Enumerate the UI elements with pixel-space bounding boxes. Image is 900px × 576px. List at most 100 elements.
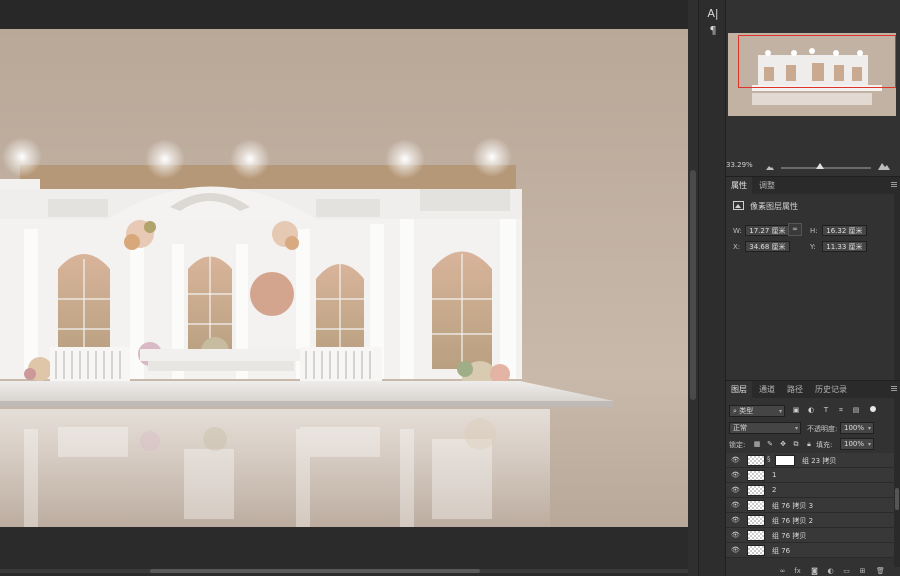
scroll-thumb[interactable]: [150, 569, 480, 573]
zoom-out-icon[interactable]: [766, 165, 774, 170]
filter-type-icon[interactable]: T: [822, 406, 830, 415]
lock-transparent-icon[interactable]: ▦: [753, 440, 761, 448]
zoom-slider-track[interactable]: [781, 167, 871, 169]
lock-move-icon[interactable]: ✥: [779, 440, 787, 448]
chevron-down-icon: ▾: [867, 441, 871, 448]
y-field[interactable]: 11.33 厘米: [822, 241, 867, 252]
tab-history[interactable]: 历史记录: [810, 381, 852, 398]
height-label: H:: [810, 227, 818, 235]
width-field[interactable]: 17.27 厘米: [745, 225, 790, 236]
eye-icon[interactable]: 👁︎: [731, 501, 740, 510]
opacity-field[interactable]: 100% ▾: [840, 422, 874, 434]
layers-scrollbar[interactable]: [894, 398, 900, 568]
zoom-in-icon[interactable]: [878, 162, 890, 170]
lock-artboard-icon[interactable]: ⧉: [792, 440, 800, 448]
layer-thumbnail: [747, 515, 765, 526]
panel-menu-icon[interactable]: [891, 182, 897, 188]
filter-adjustment-icon[interactable]: ◐: [807, 406, 815, 415]
layer-thumbnail: [747, 500, 765, 511]
x-label: X:: [733, 243, 741, 251]
layer-name[interactable]: 组 76 拷贝 3: [772, 501, 813, 511]
properties-scrollbar[interactable]: [894, 194, 900, 381]
layer-list: 👁︎ § 组 23 拷贝 👁︎ 1 👁︎ 2 👁︎ 组 76 拷贝 3 👁︎ 组…: [726, 453, 894, 563]
tab-properties[interactable]: 属性: [726, 177, 752, 194]
trash-icon[interactable]: 🗑︎: [876, 567, 885, 576]
fill-field[interactable]: 100% ▾: [840, 438, 874, 450]
layer-row[interactable]: 👁︎ 组 76 拷贝 3: [726, 498, 894, 513]
layer-row[interactable]: 👁︎ 2: [726, 483, 894, 498]
layer-thumbnail: [747, 530, 765, 541]
layers-panel: 图层 通道 路径 历史记录 ⌕ 类型 ▾ ▣ ◐ T ⌗ ▤ 正常 ▾ 不透明度…: [726, 380, 900, 576]
layer-mask-thumbnail[interactable]: [775, 455, 795, 466]
new-group-icon[interactable]: ▭: [842, 567, 851, 576]
document-area: [0, 0, 690, 576]
eye-icon[interactable]: 👁︎: [731, 486, 740, 495]
right-panel-dock: 33.29% 属性 调整 像素图层属性 W: 17.27 厘米 ∞ H: 16.…: [726, 0, 900, 576]
character-panel-icon[interactable]: A|: [699, 6, 727, 22]
layer-row[interactable]: 👁︎ 组 76: [726, 543, 894, 558]
lock-row: 锁定: ▦ ✎ ✥ ⧉ 🔒︎ 填充: 100% ▾: [729, 438, 897, 451]
link-layers-icon[interactable]: ∞: [778, 567, 787, 576]
opacity-value: 100%: [844, 424, 865, 432]
eye-icon[interactable]: 👁︎: [731, 546, 740, 555]
new-layer-icon[interactable]: ⊞: [858, 567, 867, 576]
x-field[interactable]: 34.68 厘米: [745, 241, 790, 252]
width-label: W:: [733, 227, 742, 235]
layer-name[interactable]: 组 76 拷贝: [772, 531, 806, 541]
lock-all-icon[interactable]: 🔒︎: [805, 440, 813, 448]
layer-row[interactable]: 👁︎ § 组 23 拷贝: [726, 453, 894, 468]
tab-layers[interactable]: 图层: [726, 381, 752, 398]
eye-icon[interactable]: 👁︎: [731, 516, 740, 525]
vertical-scrollbar[interactable]: [688, 0, 698, 576]
scroll-thumb[interactable]: [895, 488, 899, 510]
filter-pixel-icon[interactable]: ▣: [792, 406, 800, 415]
navigator-view-box[interactable]: [738, 35, 896, 88]
chain-link-icon[interactable]: ∞: [788, 223, 802, 236]
lock-label: 锁定:: [729, 441, 746, 449]
layer-name[interactable]: 2: [772, 486, 776, 494]
tab-adjustments[interactable]: 调整: [754, 177, 780, 194]
layer-name[interactable]: 组 76 拷贝 2: [772, 516, 813, 526]
y-label: Y:: [810, 243, 816, 251]
eye-icon[interactable]: 👁︎: [731, 531, 740, 540]
zoom-level[interactable]: 33.29%: [726, 161, 753, 169]
height-field[interactable]: 16.32 厘米: [822, 225, 867, 236]
panel-menu-icon[interactable]: [891, 386, 897, 392]
canvas-artwork[interactable]: [0, 29, 688, 527]
blend-mode-select[interactable]: 正常 ▾: [729, 422, 801, 434]
layer-row[interactable]: 👁︎ 组 76 拷贝: [726, 528, 894, 543]
lock-paint-icon[interactable]: ✎: [766, 440, 774, 448]
layer-row[interactable]: 👁︎ 1: [726, 468, 894, 483]
new-adjustment-icon[interactable]: ◐: [826, 567, 835, 576]
add-mask-icon[interactable]: ◙: [810, 567, 819, 576]
properties-tabbar: 属性 调整: [726, 177, 900, 194]
filter-toggle-icon[interactable]: [870, 406, 876, 412]
paragraph-panel-icon[interactable]: ¶: [699, 23, 727, 39]
collapsed-panel-strip: A| ¶: [698, 0, 726, 576]
layer-filter-select[interactable]: ⌕ 类型 ▾: [729, 405, 785, 417]
filter-shape-icon[interactable]: ⌗: [837, 406, 845, 415]
tab-channels[interactable]: 通道: [754, 381, 780, 398]
eye-icon[interactable]: 👁︎: [731, 471, 740, 480]
eye-icon[interactable]: 👁︎: [731, 456, 740, 465]
mask-link-icon[interactable]: §: [767, 455, 771, 463]
layer-name[interactable]: 组 23 拷贝: [802, 456, 836, 466]
layer-style-icon[interactable]: fx: [793, 567, 802, 576]
layer-name[interactable]: 1: [772, 471, 776, 479]
navigator-thumbnail[interactable]: [728, 33, 896, 116]
zoom-slider-thumb[interactable]: [816, 163, 824, 169]
tab-paths[interactable]: 路径: [782, 381, 808, 398]
scroll-thumb[interactable]: [690, 170, 696, 400]
wedding-stage-render: [0, 137, 614, 527]
fill-value: 100%: [844, 440, 865, 448]
x-row: X: 34.68 厘米: [733, 241, 790, 252]
filter-smart-object-icon[interactable]: ▤: [852, 406, 860, 415]
layer-row[interactable]: 👁︎ 组 76 拷贝 2: [726, 513, 894, 528]
chevron-down-icon: ▾: [867, 425, 871, 432]
layer-name[interactable]: 组 76: [772, 546, 790, 556]
chevron-down-icon: ▾: [778, 408, 782, 415]
blend-mode-value: 正常: [733, 424, 747, 432]
fill-label: 填充:: [816, 441, 833, 449]
layers-tabbar: 图层 通道 路径 历史记录: [726, 381, 900, 398]
horizontal-scrollbar[interactable]: [0, 527, 688, 576]
